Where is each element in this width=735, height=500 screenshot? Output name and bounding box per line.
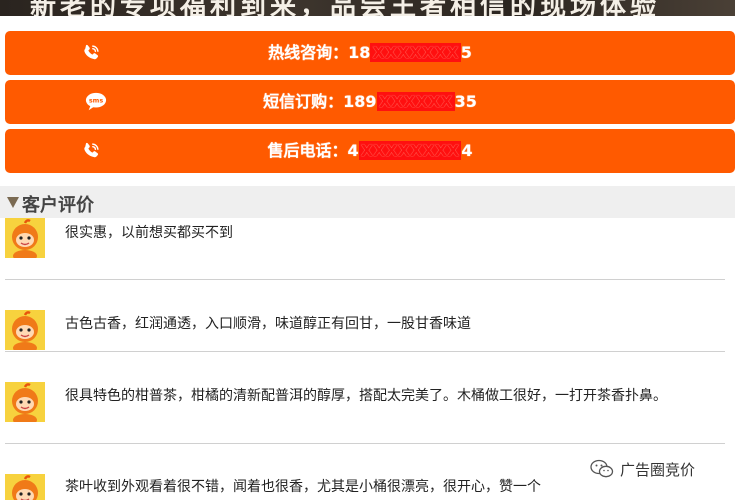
watermark-text: 广告圈竞价 bbox=[620, 460, 696, 479]
after-sales-button[interactable]: 售后电话：4 XXXXXXXX 4 bbox=[5, 129, 735, 173]
avatar bbox=[5, 474, 45, 500]
reviews-section-title: 客户评价 bbox=[22, 195, 94, 216]
top-banner: 新老的专项福利到来，品尝王者相信的现场体验 bbox=[0, 0, 735, 16]
divider bbox=[5, 351, 725, 352]
after-sales-text: 售后电话：4 XXXXXXXX 4 bbox=[5, 129, 735, 173]
avatar bbox=[5, 382, 45, 422]
banner-text: 新老的专项福利到来，品尝王者相信的现场体验 bbox=[30, 0, 661, 16]
after-sales-label: 售后电话：4 bbox=[267, 141, 359, 160]
hotline-text: 热线咨询：18 XXXXXXX 5 bbox=[5, 31, 735, 75]
review-text: 古色古香，红润通透，入口顺滑，味道醇正有回甘，一股甘香味道 bbox=[65, 316, 471, 332]
sms-order-text: 短信订购：189 XXXXXX 35 bbox=[5, 80, 735, 124]
sms-order-redaction: XXXXXX bbox=[376, 92, 455, 111]
sms-order-label: 短信订购：189 bbox=[263, 92, 377, 111]
divider bbox=[5, 443, 725, 444]
review-text: 茶叶收到外观看着很不错，闻着也很香，尤其是小桶很漂亮，很开心，赞一个 bbox=[65, 479, 541, 495]
hotline-button[interactable]: 热线咨询：18 XXXXXXX 5 bbox=[5, 31, 735, 75]
wechat-icon bbox=[590, 459, 614, 478]
divider bbox=[5, 279, 725, 280]
reviews-section-header: 客户评价 bbox=[0, 186, 735, 218]
avatar bbox=[5, 218, 45, 258]
sms-order-suffix: 35 bbox=[454, 92, 477, 111]
after-sales-redaction: XXXXXXXX bbox=[358, 141, 462, 160]
avatar bbox=[5, 310, 45, 350]
review-text: 很具特色的柑普茶，柑橘的清新配普洱的醇厚，搭配太完美了。木桶做工很好，一打开茶香… bbox=[65, 388, 667, 404]
review-text: 很实惠，以前想买都买不到 bbox=[65, 225, 233, 241]
hotline-suffix: 5 bbox=[460, 43, 472, 62]
watermark: 广告圈竞价 bbox=[590, 458, 695, 480]
hotline-label: 热线咨询：18 bbox=[268, 43, 371, 62]
sms-order-button[interactable]: sms 短信订购：189 XXXXXX 35 bbox=[5, 80, 735, 124]
after-sales-suffix: 4 bbox=[461, 141, 473, 160]
triangle-down-icon bbox=[7, 197, 19, 208]
hotline-redaction: XXXXXXX bbox=[370, 43, 461, 62]
